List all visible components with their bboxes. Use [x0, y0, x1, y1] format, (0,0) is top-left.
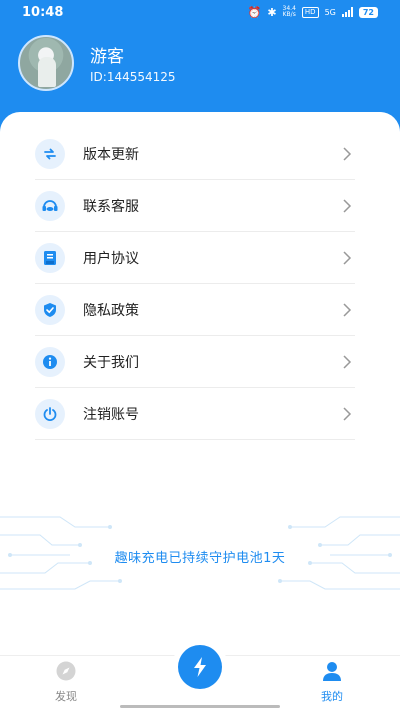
menu-item-label: 关于我们: [83, 354, 139, 371]
menu-item-label: 用户协议: [83, 250, 139, 267]
person-icon: [302, 660, 362, 682]
document-icon: [35, 242, 65, 273]
menu-item-about-us[interactable]: 关于我们: [35, 336, 355, 388]
signal-icon: [341, 7, 353, 17]
avatar[interactable]: [18, 35, 74, 91]
settings-menu: 版本更新 联系客服 用户协议 隐私政策 关于我们 注销账号: [35, 128, 355, 440]
network-speed-unit: KB/s: [282, 11, 296, 18]
hd-badge: HD: [301, 6, 319, 18]
chevron-right-icon: [343, 407, 352, 421]
signal-type: 5G: [324, 7, 336, 17]
menu-item-privacy-policy[interactable]: 隐私政策: [35, 284, 355, 336]
menu-item-label: 隐私政策: [83, 302, 139, 319]
chevron-right-icon: [343, 251, 352, 265]
menu-item-user-agreement[interactable]: 用户协议: [35, 232, 355, 284]
profile-info: 游客 ID:144554125: [90, 42, 176, 84]
tab-discover[interactable]: 发现: [36, 660, 96, 704]
status-time: 10:48: [22, 5, 64, 20]
chevron-right-icon: [343, 303, 352, 317]
menu-item-version-update[interactable]: 版本更新: [35, 128, 355, 180]
home-indicator[interactable]: [120, 705, 280, 708]
menu-item-label: 注销账号: [83, 406, 139, 423]
chevron-right-icon: [343, 199, 352, 213]
bluetooth-icon: ✱: [267, 5, 277, 19]
status-bar: 10:48 ⏰ ✱ 34.4 KB/s HD 5G 72: [0, 0, 400, 26]
battery-protection-slogan: 趣味充电已持续守护电池1天: [114, 551, 286, 566]
menu-item-customer-service[interactable]: 联系客服: [35, 180, 355, 232]
tab-mine[interactable]: 我的: [302, 660, 362, 704]
info-icon: [35, 346, 65, 377]
menu-item-delete-account[interactable]: 注销账号: [35, 388, 355, 440]
chevron-right-icon: [343, 147, 352, 161]
refresh-icon: [35, 138, 65, 169]
lightning-icon: [178, 645, 222, 689]
battery-icon: 72: [358, 6, 378, 18]
tab-label: 发现: [55, 690, 77, 703]
menu-item-label: 联系客服: [83, 198, 139, 215]
headset-icon: [35, 190, 65, 221]
status-icons: ⏰ ✱ 34.4 KB/s HD 5G 72: [248, 6, 378, 18]
compass-icon: [36, 660, 96, 682]
tab-label: 我的: [321, 690, 343, 703]
network-speed: 34.4 KB/s: [283, 6, 296, 18]
profile-name: 游客: [90, 47, 124, 67]
shield-icon: [35, 294, 65, 325]
alarm-icon: ⏰: [247, 5, 262, 19]
menu-item-label: 版本更新: [83, 146, 139, 163]
power-icon: [35, 398, 65, 429]
profile-header[interactable]: 游客 ID:144554125: [18, 35, 176, 91]
profile-id: ID:144554125: [90, 70, 176, 84]
chevron-right-icon: [343, 355, 352, 369]
tab-charge-button[interactable]: [172, 639, 228, 695]
